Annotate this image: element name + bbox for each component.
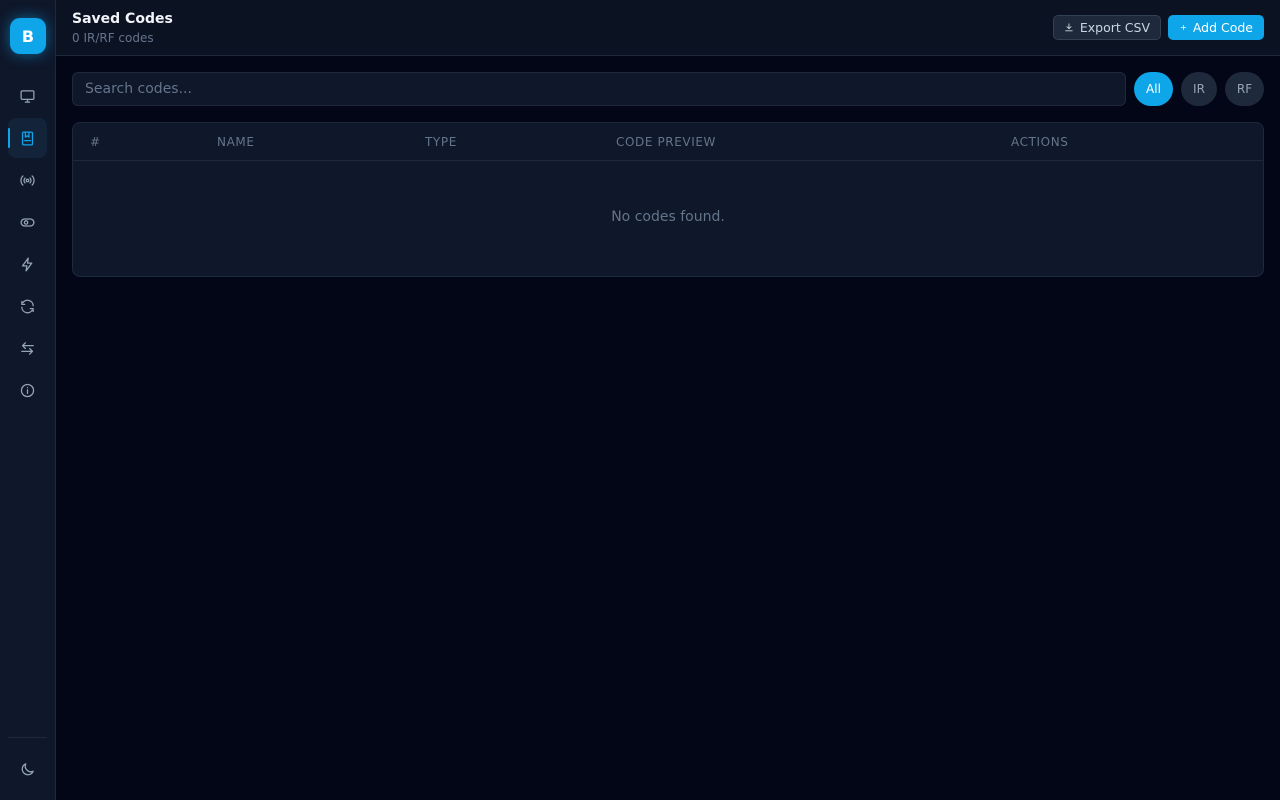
bookmark-icon: [21, 130, 34, 146]
sidebar-item-sync[interactable]: [8, 286, 47, 326]
lightning-icon: [21, 256, 33, 272]
sidebar-item-automation[interactable]: [8, 244, 47, 284]
search-input[interactable]: [72, 72, 1126, 106]
sidebar-item-dashboard[interactable]: [8, 76, 47, 116]
app: B Saved Codes 0 IR/RF codes Export CSV A…: [0, 0, 1280, 800]
sidebar-item-saved-codes[interactable]: [8, 118, 47, 158]
sidebar: B: [0, 0, 56, 800]
add-code-button[interactable]: Add Code: [1168, 15, 1264, 40]
filter-all-button[interactable]: All: [1134, 72, 1173, 106]
codes-table: # NAME TYPE CODE PREVIEW ACTIONS No code…: [72, 122, 1264, 277]
sidebar-item-broadcast[interactable]: [8, 160, 47, 200]
filter-rf-button[interactable]: RF: [1225, 72, 1264, 106]
export-csv-label: Export CSV: [1079, 20, 1150, 35]
code-count-subtitle: 0 IR/RF codes: [72, 31, 154, 45]
swap-arrows-icon: [21, 341, 34, 355]
plus-icon: [1180, 24, 1187, 31]
filter-ir-button[interactable]: IR: [1181, 72, 1217, 106]
table-header: # NAME TYPE CODE PREVIEW ACTIONS: [73, 123, 1263, 161]
column-header-actions: ACTIONS: [1011, 135, 1069, 149]
monitor-icon: [20, 89, 35, 103]
page-header: Saved Codes 0 IR/RF codes Export CSV Add…: [56, 0, 1280, 56]
download-icon: [1065, 23, 1073, 32]
sidebar-divider: [8, 737, 47, 738]
add-code-label: Add Code: [1192, 20, 1253, 35]
column-header-index[interactable]: #: [90, 135, 101, 149]
column-header-code-preview[interactable]: CODE PREVIEW: [616, 135, 716, 149]
page-title: Saved Codes: [72, 11, 173, 27]
info-icon: [20, 383, 35, 397]
sidebar-item-about[interactable]: [8, 370, 47, 410]
column-header-type[interactable]: TYPE: [425, 135, 457, 149]
sidebar-item-toggle[interactable]: [8, 202, 47, 242]
column-header-name[interactable]: NAME: [217, 135, 255, 149]
sidebar-item-transfer[interactable]: [8, 328, 47, 368]
moon-icon: [21, 762, 34, 775]
toggle-icon: [20, 217, 35, 227]
export-csv-button[interactable]: Export CSV: [1053, 15, 1161, 40]
empty-state-message: No codes found.: [611, 209, 725, 225]
broadcast-icon: [20, 174, 35, 186]
refresh-icon: [21, 299, 34, 313]
active-indicator: [8, 128, 10, 148]
theme-toggle-button[interactable]: [8, 749, 47, 789]
app-logo[interactable]: B: [10, 18, 46, 54]
